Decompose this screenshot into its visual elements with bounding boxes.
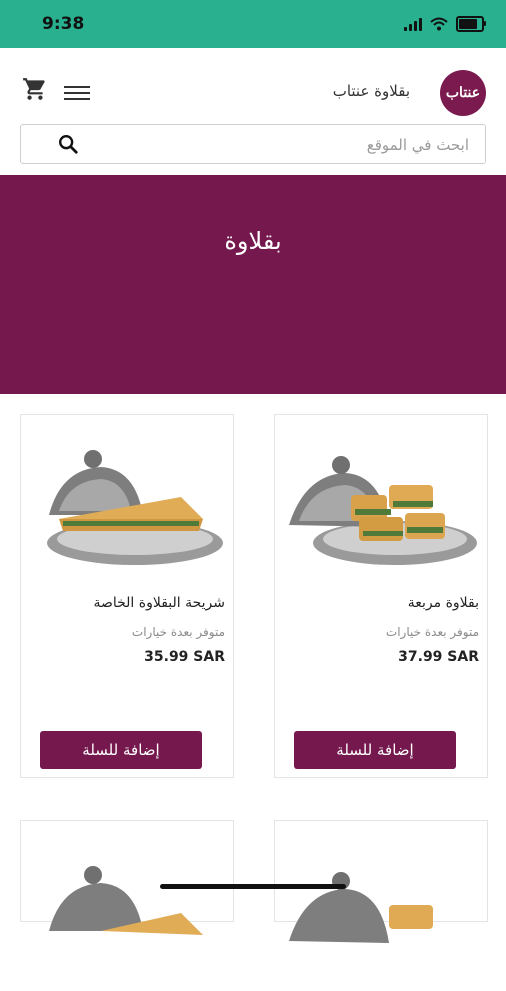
product-image[interactable] [285, 435, 477, 575]
category-banner: بقلاوة [0, 175, 506, 394]
product-card[interactable] [20, 820, 234, 935]
product-image[interactable] [31, 435, 223, 575]
product-availability: متوفر بعدة خيارات [131, 625, 225, 639]
signal-icon [404, 17, 422, 31]
status-bar: 9:38 [0, 0, 506, 48]
add-to-cart-button[interactable]: إضافة للسلة [294, 731, 456, 769]
app-header: بقلاوة عنتاب عنتاب [0, 48, 506, 128]
logo-text: عنتاب [445, 85, 481, 101]
product-availability: متوفر بعدة خيارات [385, 625, 479, 639]
category-title: بقلاوة [224, 227, 282, 255]
search-bar [20, 124, 486, 165]
status-icons [404, 16, 486, 32]
product-image[interactable] [31, 851, 223, 991]
product-card[interactable]: بقلاوة مربعة متوفر بعدة خيارات 37.99 SAR… [274, 414, 488, 778]
home-indicator[interactable] [160, 884, 346, 889]
product-name[interactable]: بقلاوة مربعة [283, 595, 479, 611]
product-price: 35.99 SAR [144, 649, 225, 665]
brand-title: بقلاوة عنتاب [332, 82, 410, 100]
brand-logo[interactable]: عنتاب [440, 70, 486, 116]
search-input[interactable] [87, 125, 471, 165]
product-card[interactable] [274, 820, 488, 943]
product-price: 37.99 SAR [398, 649, 479, 665]
menu-icon[interactable] [64, 82, 90, 102]
product-card[interactable]: شريحة البقلاوة الخاصة متوفر بعدة خيارات … [20, 414, 234, 778]
search-icon[interactable] [57, 133, 79, 155]
product-image[interactable] [285, 851, 477, 991]
cart-icon[interactable] [22, 76, 48, 102]
product-name[interactable]: شريحة البقلاوة الخاصة [29, 595, 225, 611]
status-time: 9:38 [42, 14, 85, 34]
battery-icon [456, 16, 486, 32]
wifi-icon [430, 17, 448, 31]
add-to-cart-button[interactable]: إضافة للسلة [40, 731, 202, 769]
